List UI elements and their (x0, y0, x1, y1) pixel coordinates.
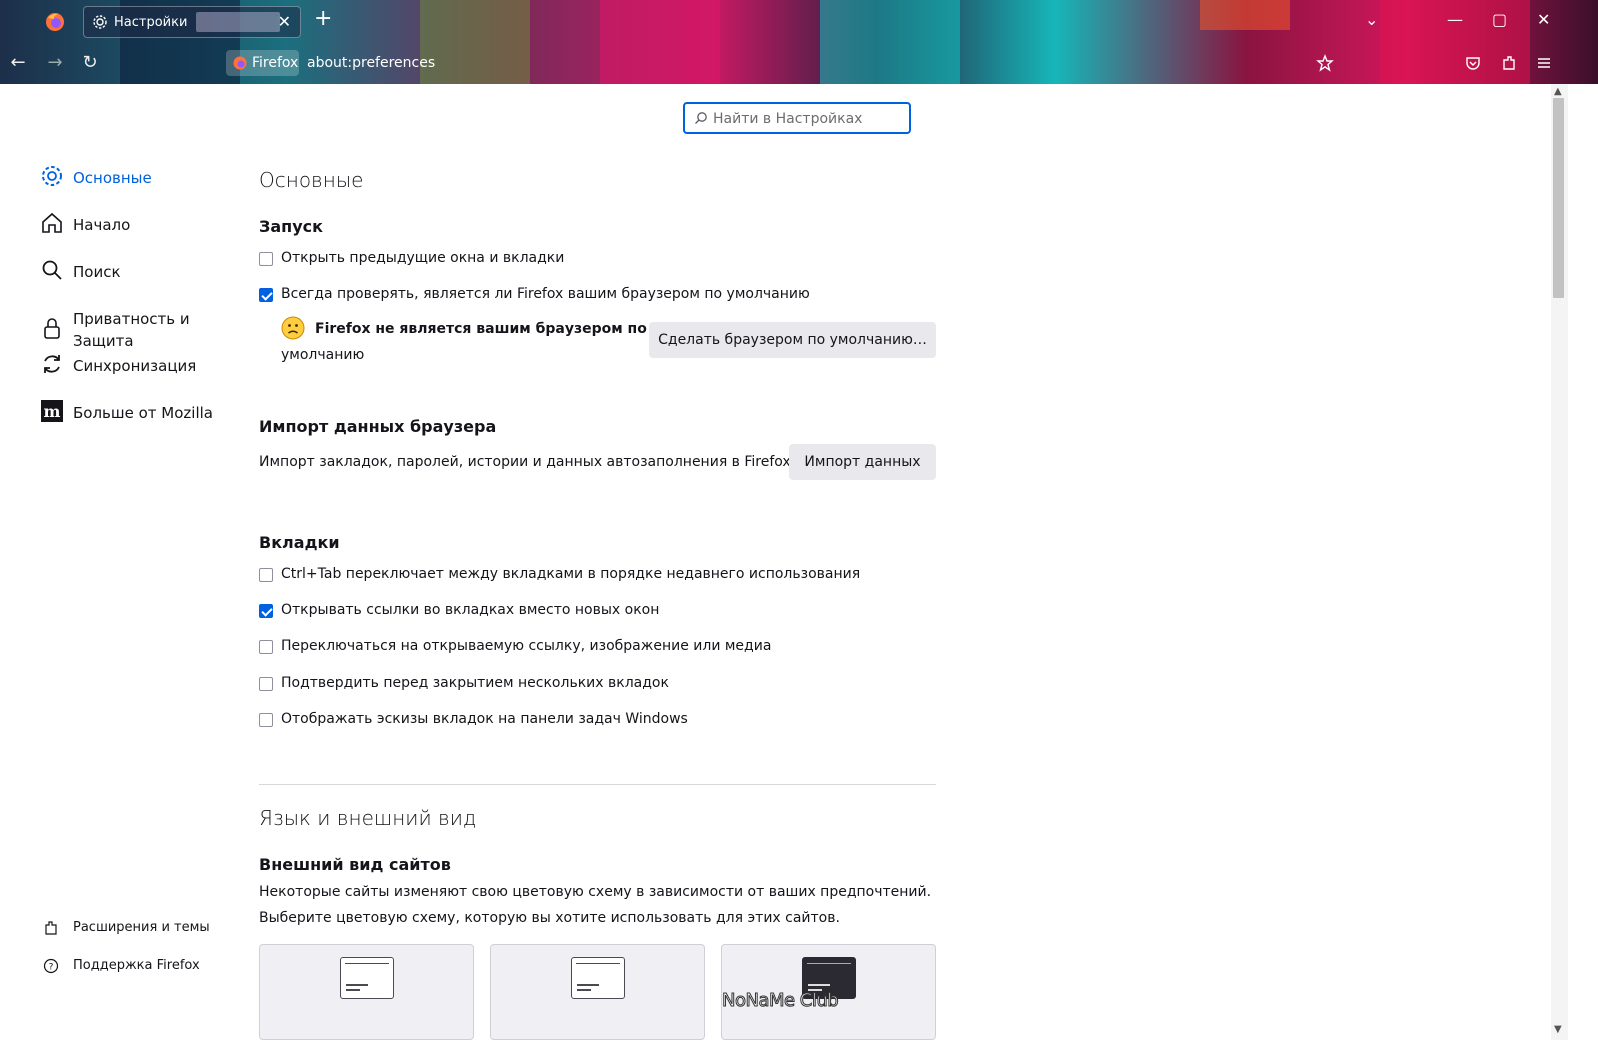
option-label: Открыть предыдущие окна и вкладки (281, 250, 565, 266)
default-status-text: Firefox не является вашим браузером по (315, 321, 647, 337)
firefox-icon (233, 56, 247, 70)
search-icon (42, 260, 62, 280)
import-data-button[interactable]: Импорт данных (789, 444, 936, 480)
page-title: Основные (259, 168, 364, 192)
import-heading: Импорт данных браузера (259, 417, 497, 436)
option-label: Отображать эскизы вкладок на панели зада… (281, 711, 688, 727)
sidebar-footer-label: Расширения и темы (73, 920, 210, 935)
tab-settings[interactable]: Настройки ✕ (83, 6, 301, 38)
import-description: Импорт закладок, паролей, истории и данн… (259, 454, 796, 470)
appearance-heading: Внешний вид сайтов (259, 855, 451, 874)
minimize-button[interactable]: — (1447, 10, 1463, 29)
appearance-description-2: Выберите цветовую схему, которую вы хоти… (259, 910, 840, 926)
identity-box[interactable]: Firefox (226, 50, 299, 76)
scroll-up-icon[interactable]: ▲ (1554, 86, 1562, 97)
restore-session-checkbox[interactable] (259, 252, 273, 266)
gear-icon (93, 15, 107, 29)
pocket-icon[interactable] (1464, 54, 1482, 72)
open-links-in-tabs-checkbox[interactable] (259, 604, 273, 618)
sidebar-item-label: Синхронизация (73, 357, 197, 375)
home-icon (42, 212, 62, 233)
firefox-logo-icon[interactable] (44, 11, 66, 33)
section-divider (259, 784, 936, 785)
option-label: Переключаться на открываемую ссылку, изо… (281, 638, 772, 654)
sidebar-footer-label: Поддержка Firefox (73, 958, 200, 973)
menu-icon[interactable] (1535, 54, 1553, 72)
tab-title: Настройки (114, 15, 188, 30)
sad-face-icon (281, 316, 305, 340)
svg-text:m: m (44, 402, 61, 421)
mozilla-icon: m (41, 400, 63, 422)
puzzle-icon (45, 921, 57, 935)
search-box[interactable] (683, 102, 911, 134)
browser-chrome: Настройки ✕ + ⌄ — ▢ ✕ ← → ↻ Firefox abou… (0, 0, 1598, 84)
make-default-button[interactable]: Сделать браузером по умолчанию… (649, 322, 936, 358)
option-label: Подтвердить перед закрытием нескольких в… (281, 675, 669, 691)
lock-icon (44, 318, 60, 339)
switch-to-new-tab-checkbox[interactable] (259, 640, 273, 654)
tabs-heading: Вкладки (259, 533, 340, 552)
back-button[interactable]: ← (8, 53, 28, 73)
sidebar-item-label: Больше от Mozilla (73, 404, 213, 422)
sidebar-item-privacy[interactable]: Приватность и Защита (40, 305, 240, 351)
help-icon: ? (43, 958, 59, 974)
scheme-preview (571, 957, 625, 999)
search-input[interactable] (711, 108, 905, 130)
language-heading: Язык и внешний вид (259, 806, 477, 830)
url-bar[interactable]: about:preferences (307, 55, 435, 71)
reload-button[interactable]: ↻ (80, 53, 100, 73)
extensions-icon[interactable] (1500, 54, 1518, 72)
new-tab-button[interactable]: + (314, 8, 332, 30)
close-window-button[interactable]: ✕ (1537, 10, 1550, 29)
scrollbar-thumb[interactable] (1553, 98, 1564, 298)
search-icon (695, 112, 707, 124)
sidebar-item-label: Приватность и Защита (73, 310, 190, 350)
tab-strip: Настройки ✕ + ⌄ — ▢ ✕ (0, 0, 1598, 43)
scrollbar[interactable]: ▲ ▼ (1551, 84, 1568, 1040)
taskbar-previews-checkbox[interactable] (259, 713, 273, 727)
identity-label: Firefox (252, 55, 299, 71)
scheme-card-auto[interactable] (259, 944, 474, 1040)
ctrl-tab-checkbox[interactable] (259, 568, 273, 582)
scheme-card-light[interactable] (490, 944, 705, 1040)
option-label: Ctrl+Tab переключает между вкладками в п… (281, 566, 861, 582)
sidebar-item-label: Начало (73, 216, 131, 234)
sidebar-item-label: Основные (73, 169, 152, 187)
default-status: Firefox не является вашим браузером по у… (259, 316, 659, 366)
preferences-page: Основные Начало Поиск Приватность и Защи… (0, 84, 1551, 1040)
bookmark-star-icon[interactable] (1316, 54, 1334, 72)
option-label: Всегда проверять, является ли Firefox ва… (281, 286, 810, 302)
startup-heading: Запуск (259, 217, 323, 236)
warn-close-tabs-checkbox[interactable] (259, 677, 273, 691)
list-tabs-icon[interactable]: ⌄ (1365, 10, 1378, 29)
gear-icon (42, 166, 62, 186)
option-label: Открывать ссылки во вкладках вместо новы… (281, 602, 660, 618)
sync-icon (44, 355, 60, 373)
maximize-button[interactable]: ▢ (1492, 10, 1507, 29)
default-status-text-2: умолчанию (281, 347, 365, 363)
check-default-checkbox[interactable] (259, 288, 273, 302)
scroll-down-icon[interactable]: ▼ (1554, 1024, 1562, 1035)
svg-text:?: ? (49, 963, 54, 973)
window-edge (1568, 84, 1598, 1040)
watermark: NoNaMe Club (721, 990, 839, 1012)
close-tab-icon[interactable]: ✕ (278, 12, 291, 31)
forward-button[interactable]: → (45, 53, 65, 73)
scheme-preview (340, 957, 394, 999)
tab-blur (196, 12, 280, 32)
appearance-description: Некоторые сайты изменяют свою цветовую с… (259, 884, 932, 900)
sidebar-item-label: Поиск (73, 263, 121, 281)
